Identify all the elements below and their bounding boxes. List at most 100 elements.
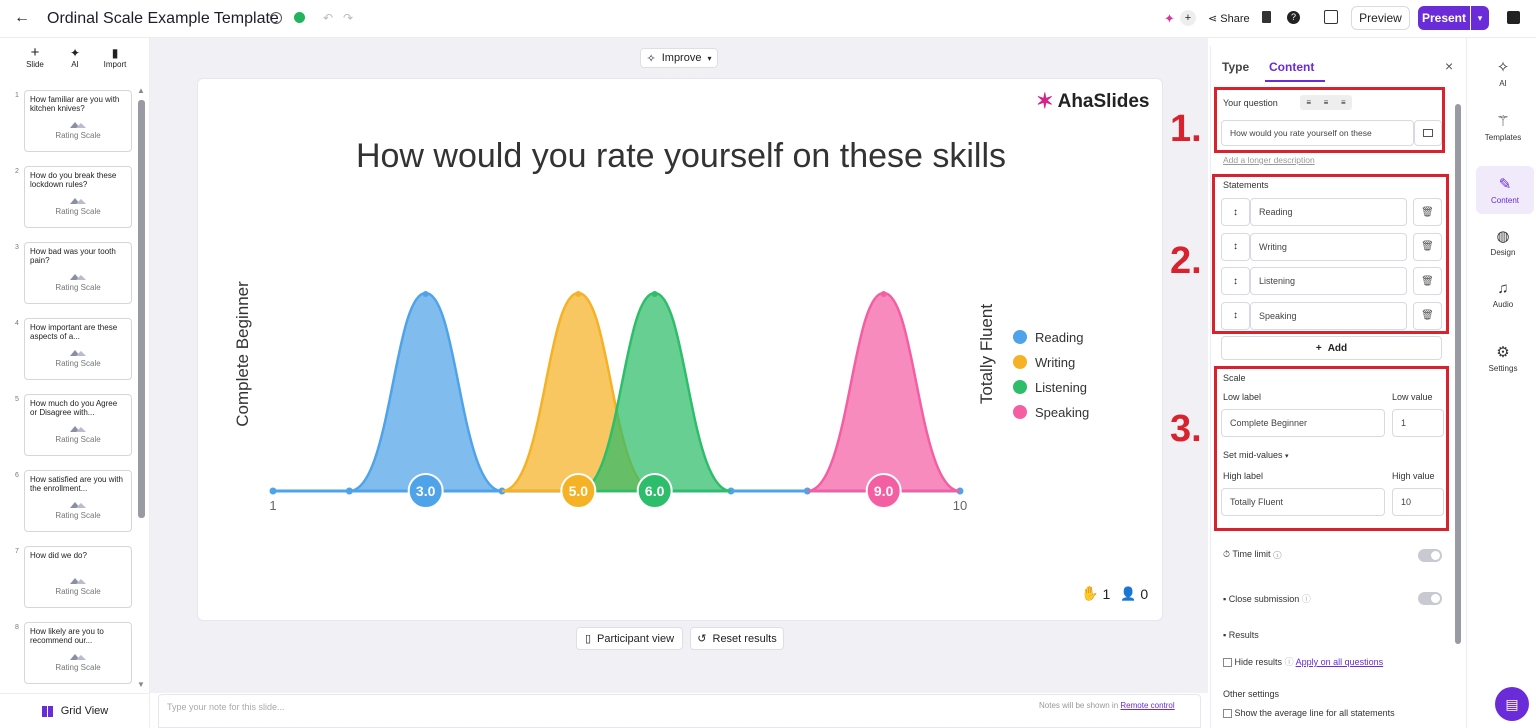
rating-scale-icon (70, 654, 86, 660)
scroll-down-icon[interactable]: ▼ (137, 680, 145, 689)
new-slide-button[interactable]: + Slide (22, 45, 48, 69)
slide-number: 2 (15, 168, 19, 175)
chat-icon: ▪ (1223, 594, 1227, 604)
info-icon: ⓘ (1273, 549, 1282, 559)
notes-area[interactable]: Type your note for this slide... Notes w… (158, 694, 1201, 728)
legend-label: Speaking (1035, 405, 1089, 420)
value-label: 3.0 (416, 483, 436, 499)
undo-icon[interactable]: ↶ (323, 11, 333, 25)
ai-button[interactable]: ✦ AI (62, 46, 88, 69)
slide-thumbnail[interactable]: How did we do? Rating Scale (24, 546, 132, 608)
file-icon[interactable] (1262, 11, 1271, 23)
add-statement-button[interactable]: + Add (1221, 336, 1442, 360)
response-counter: ✋ 1 👤 0 (1081, 585, 1148, 602)
slide-thumbnail[interactable]: How do you break these lockdown rules? Ra… (24, 166, 132, 228)
show-average-label: Show the average line for all statements (1234, 708, 1395, 718)
help-icon[interactable]: ? (1287, 11, 1300, 24)
share-button[interactable]: ⋖ Share (1208, 12, 1250, 25)
rail-content[interactable]: ✎ Content (1476, 166, 1534, 214)
music-icon: ♫ (1497, 280, 1509, 297)
other-settings-label: Other settings (1223, 689, 1280, 699)
results-icon[interactable] (1507, 11, 1520, 24)
slide-thumbnail[interactable]: How bad was your tooth pain? Rating Scale (24, 242, 132, 304)
annotation-box-scale (1214, 366, 1449, 531)
back-arrow-icon[interactable]: ← (14, 9, 30, 27)
participant-view-button[interactable]: ▯ Participant view (576, 627, 683, 650)
tab-type[interactable]: Type (1222, 60, 1249, 74)
close-submission-label: Close submission (1228, 594, 1300, 604)
legend-label: Writing (1035, 355, 1075, 370)
slide-type-label: Rating Scale (55, 435, 101, 444)
slide-type-label: Rating Scale (55, 131, 101, 140)
slide-list-panel: + Slide ✦ AI ▮ Import 1 How familiar are you… (0, 38, 150, 728)
slide-thumbnail[interactable]: How likely are you to recommend our... Ra… (24, 622, 132, 684)
stopwatch-icon: ⏱ (1223, 549, 1231, 559)
import-label: Import (103, 60, 127, 69)
slide-list-scrollbar[interactable] (138, 100, 145, 518)
slide-number: 6 (15, 472, 19, 479)
active-tab-indicator (1265, 80, 1325, 82)
apply-all-link[interactable]: Apply on all questions (1296, 657, 1384, 667)
preview-button[interactable]: Preview (1351, 6, 1410, 30)
value-label: 6.0 (645, 483, 665, 499)
x-tick-label-low: 1 (269, 498, 276, 513)
reset-icon: ↺ (697, 633, 707, 645)
redo-icon[interactable]: ↷ (343, 11, 353, 25)
presentation-title[interactable]: Ordinal Scale Example Template (47, 10, 279, 28)
slide-number: 7 (15, 548, 19, 555)
remote-control-link[interactable]: Remote control (1120, 701, 1174, 710)
rail-design-label: Design (1490, 248, 1516, 257)
hide-results-label: Hide results (1234, 657, 1283, 667)
tab-content[interactable]: Content (1269, 60, 1314, 74)
notes-input[interactable]: Type your note for this slide... (167, 702, 285, 712)
new-slide-label: Slide (26, 60, 44, 69)
add-description-link[interactable]: Add a longer description (1223, 155, 1315, 165)
scroll-up-icon[interactable]: ▲ (137, 86, 145, 95)
grid-view-button[interactable]: Grid View (0, 693, 150, 728)
slide-thumbnail[interactable]: How familiar are you with kitchen knives… (24, 90, 132, 152)
results-row: ▪ Results (1223, 630, 1259, 640)
share-label: Share (1220, 13, 1250, 25)
chat-support-button[interactable]: ▤ (1495, 687, 1529, 721)
reset-results-button[interactable]: ↺ Reset results (690, 627, 784, 650)
add-collaborator-icon[interactable]: + (1180, 10, 1196, 26)
slide-preview[interactable]: ✶ AhaSlides How would you rate yourself o… (197, 78, 1163, 621)
slide-type-label: Rating Scale (55, 283, 101, 292)
present-dropdown[interactable]: ▾ (1471, 6, 1489, 30)
plus-icon: + (1315, 342, 1322, 354)
curve-peak-dot (575, 291, 582, 297)
slide-thumbnail[interactable]: How satisfied are you with the enrollmen… (24, 470, 132, 532)
close-icon[interactable]: × (1445, 58, 1453, 74)
hide-results-checkbox[interactable] (1223, 658, 1232, 668)
rail-settings[interactable]: ⚙ Settings (1475, 343, 1531, 373)
notifications-icon[interactable] (1324, 10, 1338, 24)
globe-icon[interactable] (270, 12, 282, 24)
rail-templates[interactable]: ⚚ Templates (1475, 112, 1531, 142)
slide-thumbnail[interactable]: How important are these aspects of a... R… (24, 318, 132, 380)
add-label: Add (1327, 342, 1348, 354)
import-button[interactable]: ▮ Import (100, 46, 130, 69)
present-button[interactable]: Present (1418, 6, 1470, 30)
gear-icon: ⚙ (1496, 344, 1510, 361)
low-scale-label: Complete Beginner (233, 281, 252, 427)
rail-ai-label: AI (1499, 79, 1507, 88)
show-average-checkbox[interactable] (1223, 709, 1232, 719)
palette-icon: ◍ (1496, 228, 1510, 245)
rail-ai[interactable]: ✧ AI (1475, 58, 1531, 88)
improve-button[interactable]: ✧ Improve ▾ (640, 48, 718, 68)
slide-thumbnail[interactable]: How much do you Agree or Disagree with..… (24, 394, 132, 456)
grid-icon (41, 705, 53, 717)
rating-scale-icon (70, 502, 86, 508)
panel-scrollbar[interactable] (1455, 104, 1461, 644)
rail-design[interactable]: ◍ Design (1475, 227, 1531, 257)
collaborators-icon[interactable]: ✦ (1164, 11, 1175, 27)
time-limit-label: Time limit (1232, 549, 1271, 559)
participants-count: 0 (1140, 585, 1149, 602)
annotation-number-3: 3. (1170, 408, 1202, 450)
close-submission-toggle[interactable] (1418, 592, 1442, 605)
rail-templates-label: Templates (1484, 133, 1522, 142)
rail-audio[interactable]: ♫ Audio (1475, 280, 1531, 309)
legend-marker (1013, 405, 1027, 419)
chat-bubble-icon: ▤ (1505, 695, 1519, 712)
time-limit-toggle[interactable] (1418, 549, 1442, 562)
